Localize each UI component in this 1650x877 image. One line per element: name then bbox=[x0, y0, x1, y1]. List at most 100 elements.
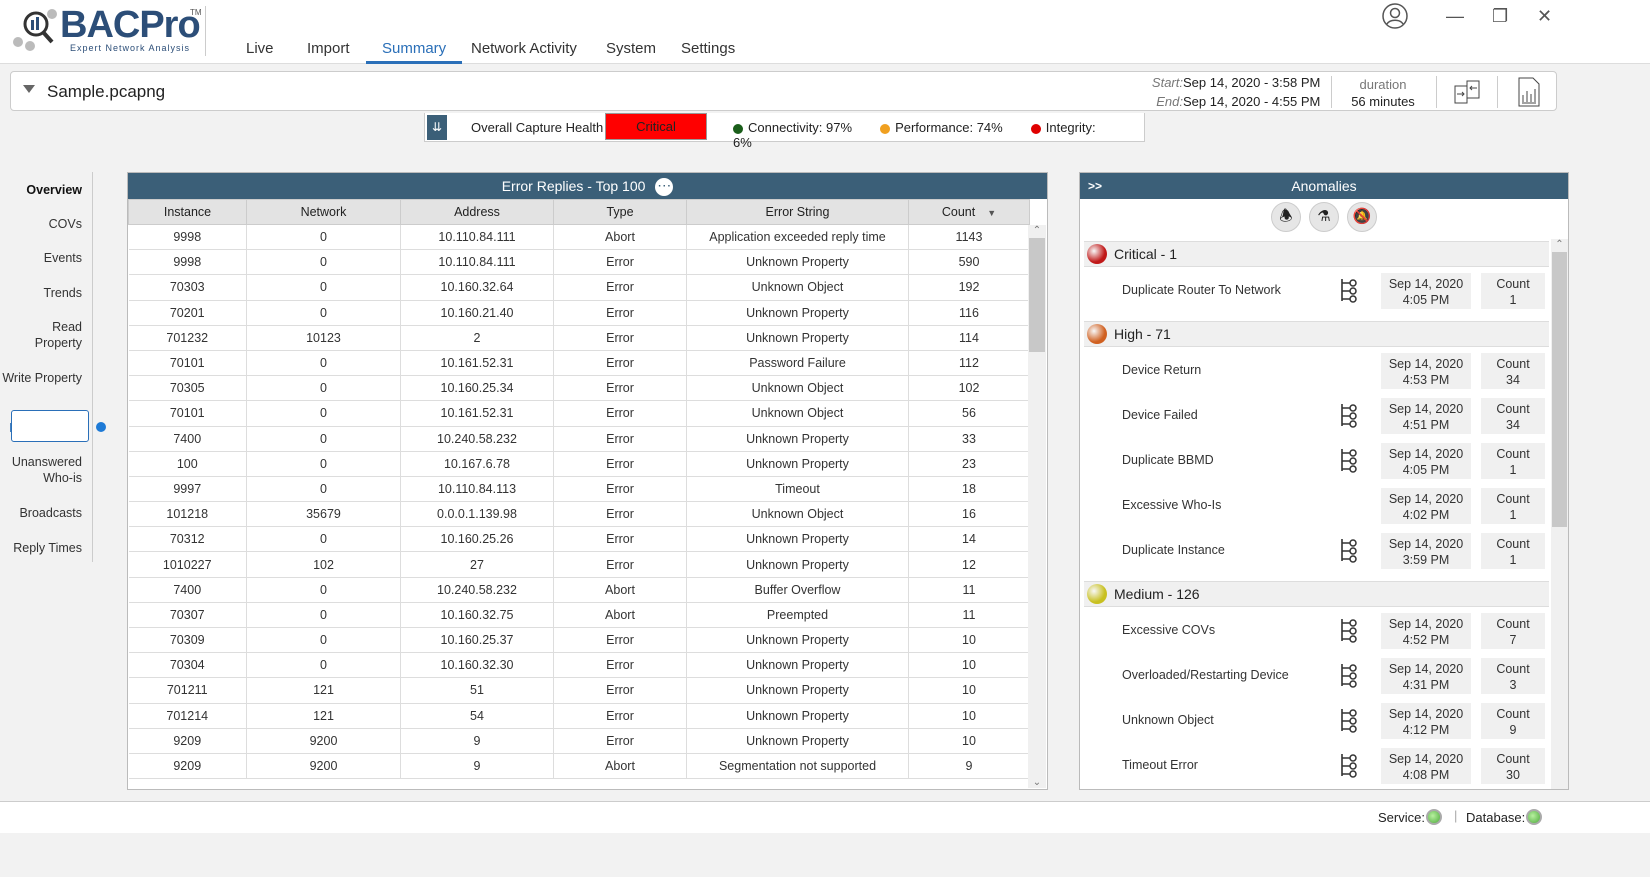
error-replies-panel: Error Replies - Top 100 ⋯ Instance Networ… bbox=[127, 172, 1048, 790]
device-tree-icon[interactable] bbox=[1340, 539, 1358, 563]
anomalies-scrollbar[interactable]: ⌃ bbox=[1551, 239, 1568, 789]
nav-item-unanswered-who-is[interactable]: Unanswered Who-is bbox=[2, 454, 82, 486]
nav-item-reply-times[interactable]: Reply Times bbox=[2, 540, 82, 556]
cell-type: Error bbox=[553, 249, 687, 276]
table-row[interactable]: 70101 0 10.161.52.31 Error Password Failure 1… bbox=[128, 350, 1030, 377]
table-row[interactable]: 9998 0 10.110.84.111 Error Unknown Property 5… bbox=[128, 249, 1030, 276]
scrollbar-thumb[interactable] bbox=[1029, 238, 1045, 352]
anomaly-item[interactable]: Device Return Sep 14, 2020 4:53 PM Count 34 bbox=[1080, 351, 1550, 391]
bell-off-icon[interactable]: 🔕 bbox=[1347, 202, 1377, 232]
anomaly-item[interactable]: Excessive COVs Sep 14, 2020 4:52 PM Count 7 bbox=[1080, 611, 1550, 651]
minimize-icon[interactable]: — bbox=[1446, 6, 1464, 27]
severity-section-header[interactable]: Medium - 126 bbox=[1084, 581, 1549, 607]
count-label: Count bbox=[1496, 357, 1530, 371]
tab-network-activity[interactable]: Network Activity bbox=[471, 40, 577, 64]
anomaly-item[interactable]: Overloaded/Restarting Device Sep 14, 2020… bbox=[1080, 656, 1550, 696]
anomaly-item[interactable]: Duplicate Instance Sep 14, 2020 3:59 PM Cou… bbox=[1080, 531, 1550, 571]
anomalies-panel: >> Anomalies 🕭 ⚗ 🔕 Critical - 1 Duplicate Ro… bbox=[1079, 172, 1569, 790]
device-tree-icon[interactable] bbox=[1340, 449, 1358, 473]
anomaly-item[interactable]: Duplicate Router To Network Sep 14, 2020 4… bbox=[1080, 271, 1550, 311]
device-tree-icon[interactable] bbox=[1340, 404, 1358, 428]
column-header-network[interactable]: Network bbox=[246, 199, 401, 225]
bell-icon[interactable]: 🕭 bbox=[1271, 202, 1301, 232]
device-tree-icon[interactable] bbox=[1340, 279, 1358, 303]
table-row[interactable]: 70307 0 10.160.32.75 Abort Preempted 11 bbox=[128, 602, 1030, 629]
anomaly-item[interactable]: Timeout Error Sep 14, 2020 4:08 PM Count 30 bbox=[1080, 746, 1550, 786]
close-icon[interactable]: ✕ bbox=[1537, 6, 1552, 27]
table-row[interactable]: 70304 0 10.160.32.30 Error Unknown Property 1… bbox=[128, 652, 1030, 679]
anomaly-item[interactable]: Device Failed Sep 14, 2020 4:51 PM Count 34 bbox=[1080, 396, 1550, 436]
table-scrollbar[interactable]: ⌃ ⌄ bbox=[1028, 225, 1046, 788]
table-row[interactable]: 701232 10123 2 Error Unknown Property 114 bbox=[128, 325, 1030, 351]
table-row[interactable]: 701211 121 51 Error Unknown Property 10 bbox=[128, 677, 1030, 704]
scrollbar-thumb[interactable] bbox=[1552, 252, 1567, 527]
expand-panel-button[interactable]: >> bbox=[1088, 173, 1102, 199]
table-row[interactable]: 70305 0 10.160.25.34 Error Unknown Object 102 bbox=[128, 375, 1030, 402]
tab-live[interactable]: Live bbox=[246, 40, 274, 64]
nav-item-broadcasts[interactable]: Broadcasts bbox=[2, 505, 82, 521]
user-account-icon[interactable] bbox=[1382, 3, 1408, 29]
table-row[interactable]: 70309 0 10.160.25.37 Error Unknown Property 1… bbox=[128, 627, 1030, 654]
nav-item-trends[interactable]: Trends bbox=[2, 285, 82, 301]
table-row[interactable]: 1010227 102 27 Error Unknown Property 12 bbox=[128, 551, 1030, 578]
device-tree-icon[interactable] bbox=[1340, 664, 1358, 688]
anomaly-item[interactable]: Unknown Object Sep 14, 2020 4:12 PM Count 9 bbox=[1080, 701, 1550, 741]
table-row[interactable]: 9997 0 10.110.84.113 Error Timeout 18 bbox=[128, 476, 1030, 503]
column-header-instance[interactable]: Instance bbox=[128, 199, 247, 225]
severity-section-header[interactable]: High - 71 bbox=[1084, 321, 1549, 347]
cell-instance: 70101 bbox=[128, 400, 247, 427]
nav-item-read-property[interactable]: Read Property bbox=[2, 319, 82, 351]
compare-split-icon[interactable] bbox=[1453, 78, 1481, 106]
anomaly-item[interactable]: Duplicate BBMD Sep 14, 2020 4:05 PM Count 1 bbox=[1080, 441, 1550, 481]
status-dot-icon bbox=[733, 123, 743, 134]
selected-dot-icon bbox=[96, 422, 106, 432]
nav-item-covs[interactable]: COVs bbox=[2, 216, 82, 232]
expand-chevron-icon[interactable]: ⇊ bbox=[427, 115, 447, 140]
table-row[interactable]: 9209 9200 9 Error Unknown Property 10 bbox=[128, 728, 1030, 754]
table-row[interactable]: 7400 0 10.240.58.232 Abort Buffer Overflow 11 bbox=[128, 577, 1030, 603]
filter-sliders-icon[interactable]: ⚗ bbox=[1309, 202, 1339, 232]
collapse-triangle-icon[interactable] bbox=[23, 85, 35, 93]
nav-item-events[interactable]: Events bbox=[2, 250, 82, 266]
table-row[interactable]: 70312 0 10.160.25.26 Error Unknown Property 1… bbox=[128, 526, 1030, 553]
cell-instance: 101218 bbox=[128, 501, 247, 528]
tab-system[interactable]: System bbox=[606, 40, 656, 64]
device-tree-icon[interactable] bbox=[1340, 709, 1358, 733]
restore-icon[interactable]: ❐ bbox=[1492, 6, 1508, 27]
table-row[interactable]: 70201 0 10.160.21.40 Error Unknown Property 1… bbox=[128, 300, 1030, 326]
cell-type: Error bbox=[553, 274, 687, 301]
table-row[interactable]: 9209 9200 9 Abort Segmentation not supported… bbox=[128, 753, 1030, 780]
device-tree-icon[interactable] bbox=[1340, 619, 1358, 643]
tab-import[interactable]: Import bbox=[307, 40, 350, 64]
anomaly-timestamp: Sep 14, 2020 3:59 PM bbox=[1381, 533, 1471, 569]
table-row[interactable]: 9998 0 10.110.84.111 Abort Application excee… bbox=[128, 224, 1030, 251]
severity-section-header[interactable]: Critical - 1 bbox=[1084, 241, 1549, 267]
nav-item-write-property[interactable]: Write Property bbox=[2, 370, 82, 386]
device-tree-icon[interactable] bbox=[1340, 754, 1358, 778]
table-row[interactable]: 100 0 10.167.6.78 Error Unknown Property 23 bbox=[128, 451, 1030, 477]
sort-desc-icon[interactable]: ▼ bbox=[987, 208, 996, 218]
tab-settings[interactable]: Settings bbox=[681, 40, 735, 64]
report-icon[interactable] bbox=[1517, 77, 1541, 107]
cell-address: 10.160.21.40 bbox=[400, 300, 554, 326]
more-options-icon[interactable]: ⋯ bbox=[655, 178, 674, 197]
table-row[interactable]: 7400 0 10.240.58.232 Error Unknown Property 3… bbox=[128, 426, 1030, 452]
cell-address: 10.240.58.232 bbox=[400, 426, 554, 452]
cell-instance: 70201 bbox=[128, 300, 247, 326]
table-row[interactable]: 70101 0 10.161.52.31 Error Unknown Object 56 bbox=[128, 400, 1030, 427]
table-row[interactable]: 101218 35679 0.0.0.1.139.98 Error Unknown Ob… bbox=[128, 501, 1030, 528]
column-header-count[interactable]: Count ▼ bbox=[908, 199, 1030, 225]
bacpro-logo: BACPro TM Expert Network Analysis bbox=[10, 4, 210, 56]
cell-address: 10.160.25.37 bbox=[400, 627, 554, 654]
cell-address: 10.160.32.64 bbox=[400, 274, 554, 301]
column-header-error-string[interactable]: Error String bbox=[686, 199, 909, 225]
tab-summary[interactable]: Summary bbox=[366, 40, 463, 64]
start-time: Sep 14, 2020 - 3:58 PM bbox=[1183, 75, 1321, 90]
anomaly-item[interactable]: Excessive Who-Is Sep 14, 2020 4:02 PM Count… bbox=[1080, 486, 1550, 526]
table-row[interactable]: 70303 0 10.160.32.64 Error Unknown Object 192 bbox=[128, 274, 1030, 301]
date: Sep 14, 2020 bbox=[1388, 447, 1464, 461]
column-header-type[interactable]: Type bbox=[553, 199, 687, 225]
column-header-address[interactable]: Address bbox=[400, 199, 554, 225]
nav-item-overview[interactable]: Overview bbox=[2, 182, 82, 198]
table-row[interactable]: 701214 121 54 Error Unknown Property 10 bbox=[128, 703, 1030, 729]
